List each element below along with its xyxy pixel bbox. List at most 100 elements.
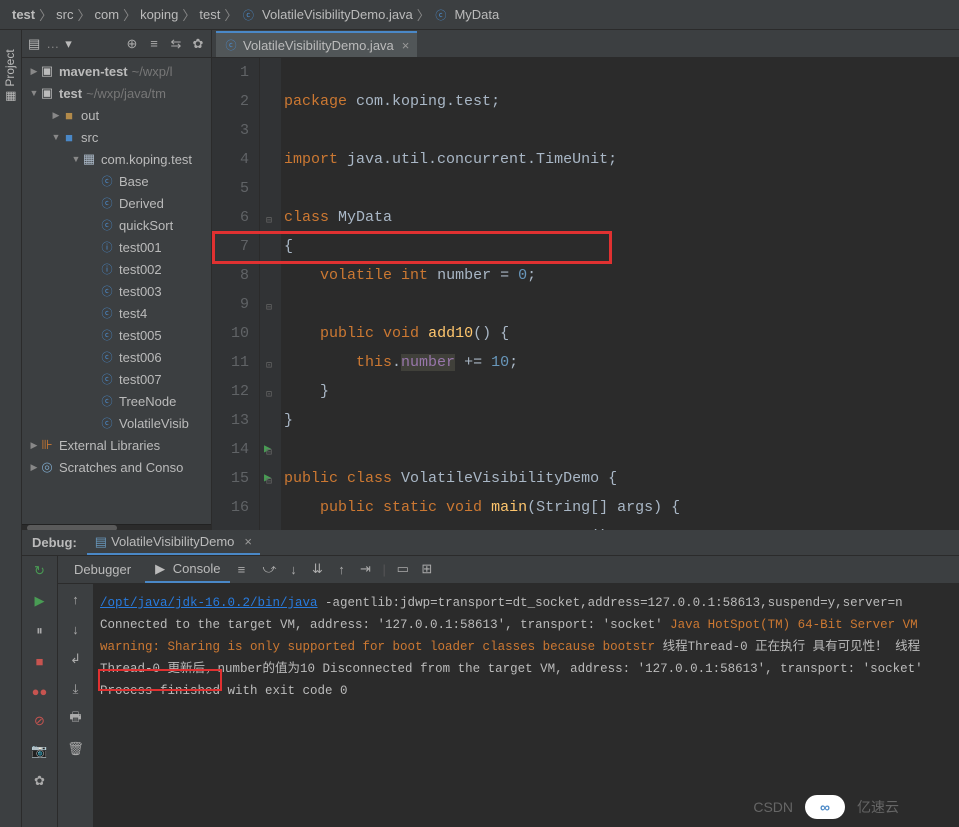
fold-icon[interactable]: ⊟ [266,294,272,323]
project-tool-strip: ▦ Project [0,30,22,530]
tree-class[interactable]: ⓒtest003 [22,280,211,302]
project-panel-header: ▤ … ▾ ⊕ ≡ ⇆ ✿ [22,30,211,58]
tree-class[interactable]: ⓒTreeNode [22,390,211,412]
console-link[interactable]: /opt/java/jdk-16.0.2/bin/java [100,596,318,610]
scroll-end-icon[interactable]: ⤓ [67,680,85,698]
tree-external-libs[interactable]: ▶ ⊪ External Libraries [22,434,211,456]
step-out-icon[interactable]: ↑ [334,562,348,576]
console-tab[interactable]: ▶ Console [145,557,230,583]
project-tree[interactable]: ▶ ▣ maven-test ~/wxp/l ▼ ▣ test ~/wxp/ja… [22,58,211,522]
project-icon: ▦ [3,91,17,102]
editor-body[interactable]: 1234567 8910111213141516 ▶ ▶ ⊟ ⊟ ⊡ ⊡ ⊟ ⊟… [212,58,959,530]
fold-icon[interactable]: ⊡ [266,352,272,381]
code-area[interactable]: package com.koping.test; import java.uti… [282,58,959,530]
chevron-down-icon[interactable]: ▼ [70,153,82,165]
step-over-icon[interactable]: ⤻ [262,562,276,576]
logo-icon: ∞ [805,795,845,819]
class-icon: ⓘ [100,262,114,276]
console-output[interactable]: /opt/java/jdk-16.0.2/bin/java -agentlib:… [94,584,959,827]
trace-icon[interactable]: ⊞ [420,562,434,576]
pause-icon[interactable]: ⏸ [31,622,49,640]
fold-icon[interactable]: ⊡ [266,381,272,410]
tree-class[interactable]: ⓒquickSort [22,214,211,236]
close-icon[interactable]: × [244,534,252,549]
editor-tab[interactable]: ⓒ VolatileVisibilityDemo.java × [216,31,417,57]
mute-breakpoints-icon[interactable]: ⊘ [31,712,49,730]
chevron-right-icon[interactable]: ▶ [28,461,40,473]
locate-icon[interactable]: ⊕ [125,37,139,51]
tree-package[interactable]: ▼ ▦ com.koping.test [22,148,211,170]
gutter-icons[interactable]: ▶ ▶ ⊟ ⊟ ⊡ ⊡ ⊟ ⊟ [260,58,282,530]
debugger-tab[interactable]: Debugger [64,558,141,581]
tree-class[interactable]: ⓒtest4 [22,302,211,324]
class-icon: ⓒ [241,8,255,22]
stop-icon[interactable]: ■ [31,652,49,670]
tree-module[interactable]: ▼ ▣ test ~/wxp/java/tm [22,82,211,104]
tree-folder[interactable]: ▼ ■ src [22,126,211,148]
debug-panel-header: Debug: ▤ VolatileVisibilityDemo × [22,530,959,556]
class-icon: ⓒ [100,306,114,320]
tree-class[interactable]: ⓘtest001 [22,236,211,258]
class-icon: ⓒ [100,174,114,188]
rerun-icon[interactable]: ↻ [31,562,49,580]
settings-icon[interactable]: ✿ [31,772,49,790]
settings-icon[interactable]: ✿ [191,37,205,51]
chevron-down-icon[interactable]: ▼ [50,131,62,143]
down-icon[interactable]: ↓ [67,620,85,638]
fold-icon[interactable]: ⊟ [266,439,272,468]
camera-icon[interactable]: 📷 [31,742,49,760]
class-icon: ⓒ [100,284,114,298]
module-icon: ▣ [40,64,54,78]
package-icon: ▦ [82,152,96,166]
folder-icon: ■ [62,130,76,144]
breadcrumb-item[interactable]: test [195,7,224,22]
project-panel-title[interactable]: … [46,36,59,51]
clear-icon[interactable]: 🗑 [67,740,85,758]
class-icon: ⓒ [100,372,114,386]
class-icon: ⓒ [434,8,448,22]
run-to-cursor-icon[interactable]: ⇥ [358,562,372,576]
collapse-icon[interactable]: ⇆ [169,37,183,51]
tree-module[interactable]: ▶ ▣ maven-test ~/wxp/l [22,60,211,82]
line-gutter[interactable]: 1234567 8910111213141516 [212,58,260,530]
close-icon[interactable]: × [402,38,410,53]
resume-icon[interactable]: ▶ [31,592,49,610]
tree-class[interactable]: ⓒDerived [22,192,211,214]
breadcrumb-item[interactable]: src [52,7,77,22]
tree-class[interactable]: ⓒBase [22,170,211,192]
breadcrumb-item[interactable]: ⓒ VolatileVisibilityDemo.java [237,7,416,22]
tree-class[interactable]: ⓒtest007 [22,368,211,390]
debug-config-tab[interactable]: ▤ VolatileVisibilityDemo × [87,531,260,555]
project-view-icon[interactable]: ▤ [28,36,40,52]
fold-icon[interactable]: ⊟ [266,468,272,497]
breadcrumb-item[interactable]: com [91,7,124,22]
tree-class[interactable]: ⓒtest006 [22,346,211,368]
threads-icon[interactable]: ≡ [234,563,248,577]
tree-scratches[interactable]: ▶ ◎ Scratches and Conso [22,456,211,478]
fold-icon[interactable]: ⊟ [266,207,272,236]
force-step-icon[interactable]: ⇊ [310,562,324,576]
tree-class[interactable]: ⓒtest005 [22,324,211,346]
class-icon: ⓒ [100,328,114,342]
print-icon[interactable]: 🖶 [67,710,85,728]
expand-icon[interactable]: ≡ [147,37,161,51]
chevron-down-icon[interactable]: ▼ [28,87,40,99]
breadcrumb-item[interactable]: koping [136,7,182,22]
up-icon[interactable]: ↑ [67,590,85,608]
application-icon: ▤ [95,534,107,550]
step-into-icon[interactable]: ↓ [286,562,300,576]
chevron-right-icon[interactable]: ▶ [50,109,62,121]
project-tab[interactable]: ▦ Project [3,49,17,102]
tree-class[interactable]: ⓘtest002 [22,258,211,280]
breadcrumb-item[interactable]: test [8,7,39,22]
breadcrumb-item[interactable]: ⓒ MyData [430,7,503,22]
evaluate-icon[interactable]: ▭ [396,562,410,576]
tree-class[interactable]: ⓒVolatileVisib [22,412,211,434]
library-icon: ⊪ [40,438,54,452]
chevron-right-icon[interactable]: ▶ [28,65,40,77]
soft-wrap-icon[interactable]: ↲ [67,650,85,668]
tree-folder[interactable]: ▶ ■ out [22,104,211,126]
view-breakpoints-icon[interactable]: ●● [31,682,49,700]
debug-toolbar: ↻ ▶ ⏸ ■ ●● ⊘ 📷 ✿ [22,556,58,827]
chevron-right-icon[interactable]: ▶ [28,439,40,451]
